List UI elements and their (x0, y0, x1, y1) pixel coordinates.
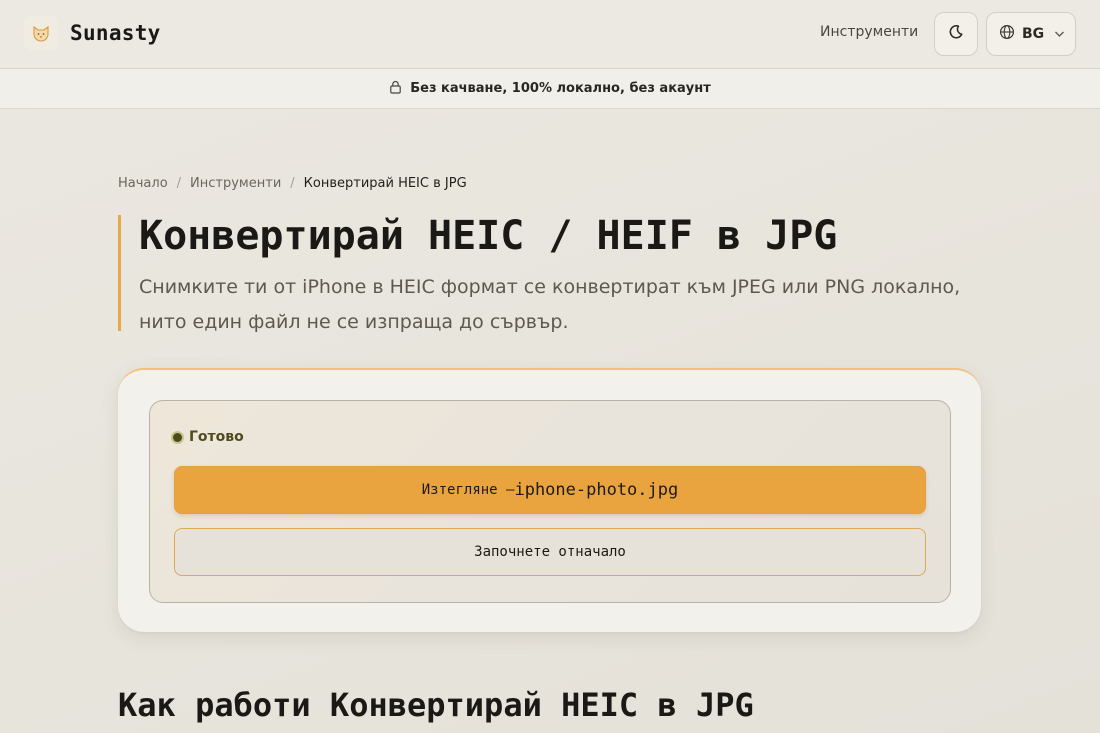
download-filename: iphone-photo.jpg (514, 480, 679, 500)
status-indicator: Готово (173, 429, 244, 445)
hero: Конвертирай HEIC / HEIF в JPG Снимките т… (118, 213, 998, 333)
language-code: BG (1022, 26, 1045, 42)
page-title: Конвертирай HEIC / HEIF в JPG (139, 213, 838, 259)
breadcrumb-current: Конвертирай HEIC в JPG (303, 176, 467, 191)
download-button[interactable]: Изтегляне — iphone-photo.jpg (174, 466, 926, 514)
lock-icon (389, 79, 402, 98)
language-select[interactable]: BG (986, 12, 1076, 56)
site-header: Sunasty Инструменти BG (0, 0, 1100, 69)
page-subtitle: Снимките ти от iPhone в HEIC формат се к… (139, 276, 961, 333)
how-it-works-heading: Как работи Конвертирай HEIC в JPG (118, 686, 754, 724)
cat-logo-icon (24, 16, 58, 50)
download-label: Изтегляне — (421, 482, 515, 498)
nav-tools-link[interactable]: Инструменти (820, 24, 918, 40)
result-panel: Готово Изтегляне — iphone-photo.jpg Запо… (149, 400, 951, 603)
brand-link[interactable]: Sunasty (24, 16, 161, 50)
breadcrumb-tools[interactable]: Инструменти (190, 176, 281, 191)
breadcrumb-separator: / (176, 176, 182, 191)
theme-toggle-button[interactable] (934, 12, 978, 56)
page: Sunasty Инструменти BG Без качване, 100%… (0, 0, 1100, 733)
breadcrumb-separator: / (290, 176, 295, 191)
globe-icon (999, 24, 1015, 44)
moon-icon (948, 24, 964, 44)
breadcrumb: Начало / Инструменти / Конвертирай HEIC … (118, 176, 467, 191)
breadcrumb-home[interactable]: Начало (118, 176, 168, 191)
status-dot-icon (173, 432, 182, 442)
status-text: Готово (189, 429, 244, 445)
privacy-text: Без качване, 100% локално, без акаунт (410, 81, 711, 96)
privacy-banner: Без качване, 100% локално, без акаунт (0, 69, 1100, 109)
converter-card: Готово Изтегляне — iphone-photo.jpg Запо… (118, 368, 981, 632)
restart-button[interactable]: Започнете отначало (174, 528, 926, 576)
chevron-down-icon (1054, 30, 1065, 38)
brand-name: Sunasty (70, 21, 161, 45)
